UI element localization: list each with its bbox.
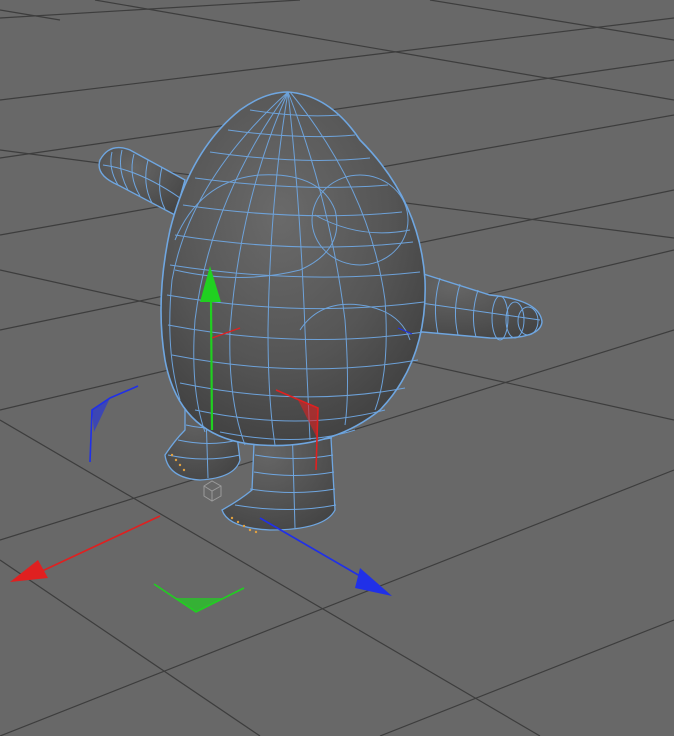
3d-viewport[interactable]	[0, 0, 674, 736]
character-mesh[interactable]	[98, 91, 543, 534]
plane-handle-icon[interactable]	[89, 385, 139, 463]
plane-handle-icon[interactable]	[153, 583, 245, 613]
left-arm[interactable]	[98, 146, 186, 217]
viewport-canvas[interactable]	[0, 0, 674, 736]
torso[interactable]	[160, 91, 426, 447]
pivot-cube-icon[interactable]	[203, 480, 222, 502]
